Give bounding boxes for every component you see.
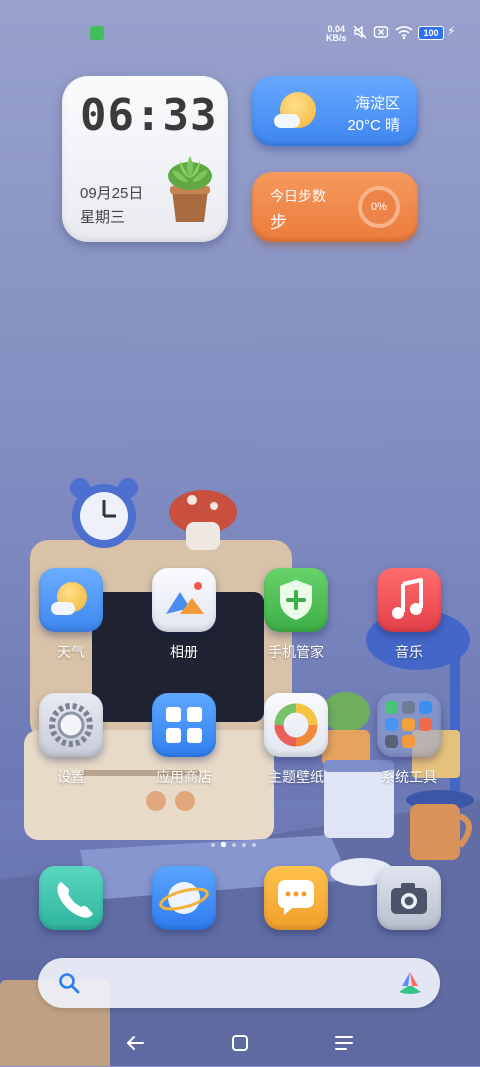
network-speed: 0.04 KB/s [326, 25, 347, 43]
weather-widget[interactable]: 海淀区 20°C 晴 [252, 76, 418, 146]
app-label: 系统工具 [381, 769, 437, 785]
navigation-bar [0, 1018, 480, 1066]
dock-browser[interactable] [144, 866, 224, 930]
clock-time: 06:33 [80, 90, 218, 141]
charging-icon: ⚡ [447, 24, 456, 38]
home-icon[interactable] [225, 1028, 255, 1058]
weather-app-icon [39, 568, 103, 632]
messages-icon [264, 866, 328, 930]
app-security[interactable]: 手机管家 [256, 568, 336, 662]
themes-app-icon [264, 693, 328, 757]
back-icon[interactable] [121, 1028, 151, 1058]
page-dot [232, 842, 236, 847]
clock-widget[interactable]: 06:33 09月25日 星期三 [62, 76, 228, 242]
app-settings[interactable]: 设置 [31, 693, 111, 787]
page-dot [252, 842, 256, 847]
app-label: 音乐 [395, 644, 423, 660]
weather-location: 海淀区 [354, 95, 400, 112]
page-indicator [208, 836, 272, 848]
no-sim-icon [373, 24, 389, 43]
app-label: 天气 [57, 644, 85, 660]
system-tools-folder-icon [377, 693, 441, 757]
app-themes[interactable]: 主题壁纸 [256, 693, 336, 787]
app-weather[interactable]: 天气 [31, 568, 111, 662]
settings-app-icon [39, 693, 103, 757]
folder-system-tools[interactable]: 系统工具 [369, 693, 449, 787]
notification-app-icon [90, 26, 104, 40]
steps-title: 今日步数 [270, 188, 326, 204]
app-label: 应用商店 [156, 769, 212, 785]
app-music[interactable]: 音乐 [369, 568, 449, 662]
camera-icon [377, 866, 441, 930]
app-label: 手机管家 [268, 644, 324, 660]
dock-messages[interactable] [256, 866, 336, 930]
steps-widget[interactable]: 今日步数 步 0% [252, 172, 418, 242]
weather-temperature: 20°C 晴 [347, 117, 400, 134]
app-store-icon [152, 693, 216, 757]
steps-unit: 步 [270, 213, 287, 232]
recents-icon[interactable] [329, 1028, 359, 1058]
search-bar[interactable] [38, 958, 440, 1008]
clock-weekday: 星期三 [80, 209, 126, 226]
page-dot-active [221, 842, 226, 848]
app-store[interactable]: 应用商店 [144, 693, 224, 787]
app-gallery[interactable]: 相册 [144, 568, 224, 662]
assistant-logo-icon[interactable] [396, 970, 424, 996]
app-label: 主题壁纸 [268, 769, 324, 785]
phone-icon [39, 866, 103, 930]
wifi-icon [395, 24, 413, 43]
search-icon[interactable] [58, 972, 80, 994]
steps-progress-label: 0% [371, 201, 387, 213]
battery-icon: 100 [418, 26, 444, 40]
app-label: 相册 [170, 644, 198, 660]
clock-date: 09月25日 [80, 185, 144, 202]
status-bar: 0.04 KB/s 100 ⚡ [0, 0, 480, 66]
dock-phone[interactable] [31, 866, 111, 930]
mute-icon [352, 24, 368, 43]
app-label: 设置 [57, 769, 85, 785]
browser-icon [152, 866, 216, 930]
succulent-plant-icon [168, 156, 212, 222]
page-dot [211, 842, 215, 847]
network-speed-unit: KB/s [326, 33, 347, 43]
gallery-app-icon [152, 568, 216, 632]
music-app-icon [377, 568, 441, 632]
security-app-icon [264, 568, 328, 632]
dock-camera[interactable] [369, 866, 449, 930]
page-dot [242, 842, 246, 847]
cloud-icon [274, 114, 300, 128]
